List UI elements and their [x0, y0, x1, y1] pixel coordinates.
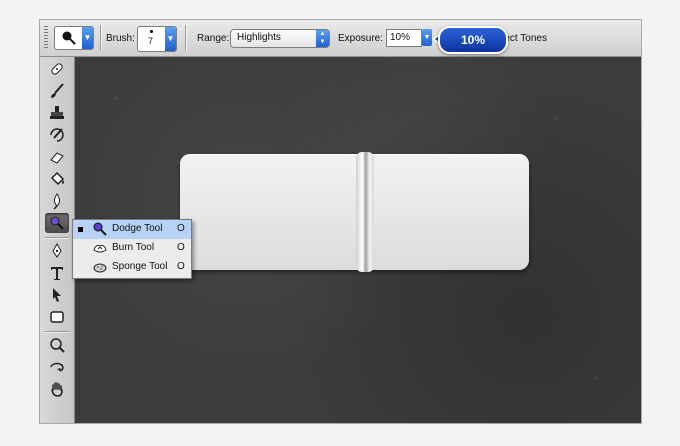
flyout-item-label: Dodge Tool: [112, 223, 163, 234]
brush-tool[interactable]: [45, 81, 69, 101]
exposure-value: 10%: [390, 32, 411, 43]
dodge-icon: [93, 222, 107, 236]
chevron-down-icon[interactable]: ▼: [82, 27, 93, 49]
flyout-item-dodge[interactable]: Dodge Tool O: [73, 220, 191, 239]
range-label: Range:: [197, 33, 230, 44]
hand-icon: [51, 382, 63, 397]
type-tool[interactable]: [45, 263, 69, 283]
3d-rotate-icon: [50, 362, 64, 372]
flyout-item-shortcut: O: [177, 242, 185, 253]
flyout-item-burn[interactable]: Burn Tool O: [73, 239, 191, 258]
divider: [185, 25, 187, 51]
3d-rotate-tool[interactable]: [45, 357, 69, 377]
photoshop-window: ▼ Brush: 7 ▼ Range: Highlights ▲ ▼ Exposu…: [39, 19, 642, 424]
eyedropper-icon: [50, 338, 65, 353]
shape-tool[interactable]: [45, 307, 69, 327]
toolbox: [40, 57, 75, 423]
texture-speck: [595, 377, 598, 380]
path-selection-icon: [53, 288, 61, 302]
range-select[interactable]: Highlights ▲ ▼: [230, 29, 330, 48]
exposure-label: Exposure:: [338, 33, 384, 44]
shape-icon: [50, 311, 64, 323]
brush-icon: [51, 83, 64, 98]
flyout-item-sponge[interactable]: Sponge Tool O: [73, 258, 191, 277]
bandage-fold: [356, 152, 374, 272]
flyout-item-shortcut: O: [177, 223, 185, 234]
path-selection-tool[interactable]: [45, 285, 69, 305]
texture-speck: [115, 97, 118, 100]
exposure-field[interactable]: 10%: [386, 29, 422, 47]
pen-tool[interactable]: [45, 241, 69, 261]
toolbox-divider: [45, 331, 69, 333]
flyout-item-label: Sponge Tool: [112, 261, 168, 272]
healing-brush-tool[interactable]: [45, 59, 69, 79]
clone-stamp-icon: [50, 106, 64, 119]
history-brush-tool[interactable]: [45, 125, 69, 145]
paint-bucket-icon: [50, 171, 65, 186]
up-down-arrows-icon: ▲ ▼: [316, 30, 329, 47]
history-brush-icon: [50, 128, 64, 142]
tool-preset-picker[interactable]: ▼: [54, 26, 94, 50]
pen-icon: [52, 242, 62, 258]
blur-icon: [53, 193, 60, 210]
sponge-icon: [93, 263, 107, 273]
texture-speck: [215, 357, 217, 359]
eraser-tool[interactable]: [45, 147, 69, 167]
tool-flyout-menu: Dodge Tool O Burn Tool O Sponge Tool O: [72, 219, 192, 279]
healing-icon: [51, 63, 63, 75]
divider: [100, 25, 102, 51]
texture-speck: [555, 117, 558, 120]
options-bar: ▼ Brush: 7 ▼ Range: Highlights ▲ ▼ Exposu…: [40, 20, 641, 57]
range-value: Highlights: [237, 32, 281, 43]
clone-stamp-tool[interactable]: [45, 103, 69, 123]
bandage-artwork: [180, 152, 529, 272]
options-bar-grip[interactable]: [44, 26, 48, 50]
burn-icon: [93, 245, 107, 253]
exposure-callout-badge: 10%: [438, 26, 508, 54]
brush-picker[interactable]: 7 ▼: [137, 26, 177, 52]
brush-preview: [150, 30, 153, 33]
brush-size: 7: [148, 36, 154, 46]
eyedropper-tool[interactable]: [45, 335, 69, 355]
selected-bullet-icon: [78, 227, 83, 232]
dodge-icon: [62, 31, 76, 45]
texture-speck: [375, 317, 377, 319]
flyout-item-shortcut: O: [177, 261, 185, 272]
paint-bucket-tool[interactable]: [45, 169, 69, 189]
brush-label: Brush:: [106, 33, 135, 44]
type-icon: [51, 267, 63, 280]
toolbox-divider: [45, 237, 69, 239]
exposure-slider-toggle[interactable]: ▼: [422, 29, 432, 46]
dodge-icon: [50, 216, 64, 230]
flyout-item-label: Burn Tool: [112, 242, 155, 253]
chevron-down-icon[interactable]: ▼: [165, 27, 176, 51]
dodge-tool[interactable]: [45, 213, 69, 233]
blur-tool[interactable]: [45, 191, 69, 211]
eraser-icon: [50, 152, 64, 164]
hand-tool[interactable]: [45, 379, 69, 399]
